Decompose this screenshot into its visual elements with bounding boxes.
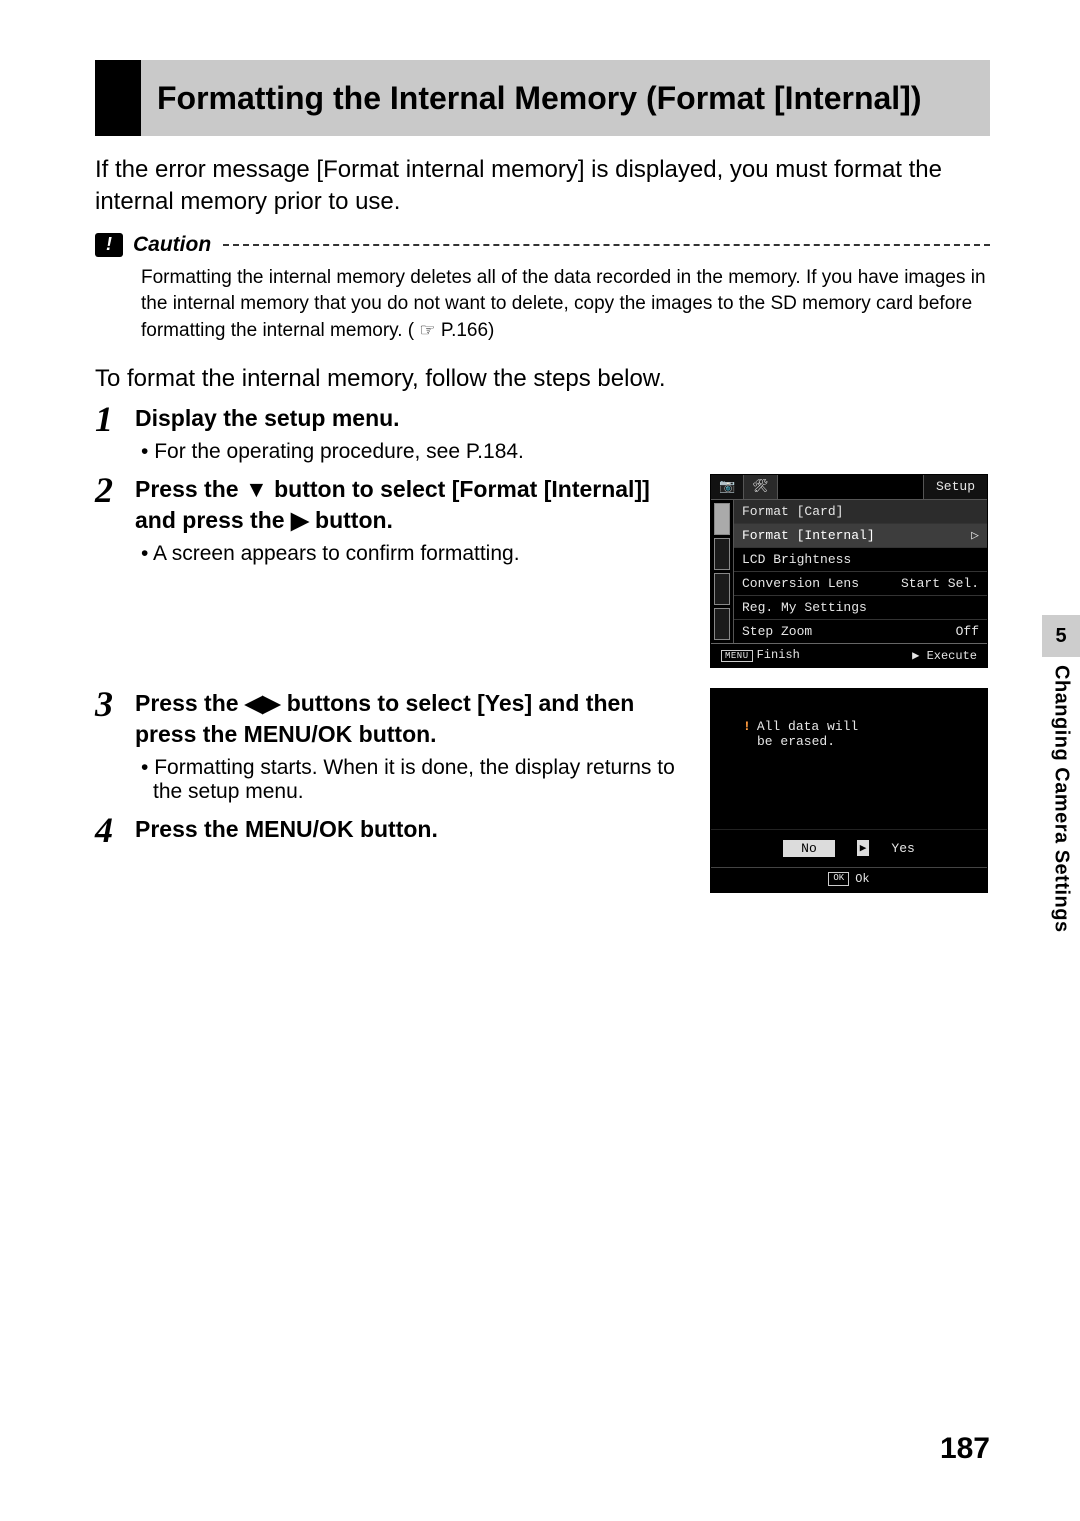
lcd-setup-menu: 📷 🛠 Setup Format [Card [710, 474, 988, 668]
section-title-block: Formatting the Internal Memory (Format [… [95, 60, 990, 136]
menu-item-label: Reg. My Settings [742, 600, 867, 615]
menu-item-label: Conversion Lens [742, 576, 859, 591]
chapter-title: Changing Camera Settings [1050, 665, 1073, 933]
caution-label: Caution [133, 233, 211, 257]
step-1: 1 Display the setup menu. For the operat… [95, 403, 990, 464]
chapter-number: 5 [1042, 615, 1080, 657]
scroll-seg [714, 503, 730, 535]
footer-right-text: Execute [927, 649, 977, 663]
warning-icon: ! [743, 719, 751, 734]
caution-body: Formatting the internal memory deletes a… [141, 265, 990, 345]
step-title-part: Press the [135, 476, 245, 502]
step-number: 1 [95, 401, 135, 437]
step-note: Formatting starts. When it is done, the … [135, 756, 686, 804]
lcd-menu-row: LCD Brightness [734, 547, 987, 571]
lcd-footer: MENU Finish ▶ Execute [711, 643, 987, 667]
menu-item-label: LCD Brightness [742, 552, 851, 567]
step-title: Press the MENU/OK button. [135, 814, 686, 845]
menu-badge-icon: MENU [721, 650, 753, 662]
step-number: 4 [95, 812, 135, 848]
play-icon: ▶ [912, 649, 919, 663]
step-title: Press the ◀▶ buttons to select [Yes] and… [135, 688, 686, 750]
footer-left-text: Finish [757, 648, 800, 662]
lcd-choice-no: No [783, 840, 835, 857]
menu-item-label: Format [Internal] [742, 528, 875, 543]
lcd-footer-left: MENU Finish [721, 648, 800, 663]
step-3: 3 Press the ◀▶ buttons to select [Yes] a… [95, 688, 686, 804]
crossref-icon: ☞ [419, 318, 435, 343]
step-title: Display the setup menu. [135, 403, 990, 434]
caution-text-before: Formatting the internal memory deletes a… [141, 267, 986, 341]
down-arrow-symbol: ▼ [245, 476, 268, 502]
lcd-tab-row: 📷 🛠 Setup [711, 475, 987, 500]
lcd-menu-row-selected: Format [Internal] ▷ [734, 523, 987, 547]
scroll-seg [714, 573, 730, 605]
menu-item-value: Off [956, 624, 979, 639]
lcd-choice-row: No ▶ Yes [711, 829, 987, 867]
lcd-menu-row: Step Zoom Off [734, 619, 987, 643]
right-arrow-symbol: ▶ [291, 507, 309, 533]
lcd-confirm-dialog: ! All data will be erased. No ▶ Yes OK Ok [710, 688, 988, 893]
step-4: 4 Press the MENU/OK button. [95, 814, 686, 848]
lcd-tab-tools: 🛠 [744, 475, 778, 499]
right-triangle-icon: ▷ [971, 528, 979, 543]
step-number: 3 [95, 686, 135, 722]
lcd-footer-right: ▶ Execute [912, 648, 977, 663]
title-black-bar [95, 60, 141, 136]
lcd-scroll-indicator [711, 500, 734, 643]
intro-paragraph: If the error message [Format internal me… [95, 154, 990, 219]
menu-item-label: Step Zoom [742, 624, 812, 639]
right-triangle-icon: ▶ [857, 840, 870, 856]
left-right-arrow-symbol: ◀▶ [245, 690, 280, 716]
scroll-seg [714, 538, 730, 570]
step-note: A screen appears to confirm formatting. [135, 542, 686, 566]
chapter-thumb-tab: 5 Changing Camera Settings [1042, 615, 1080, 933]
caution-ref: P.166 [441, 320, 488, 341]
caution-heading-row: ! Caution [95, 233, 990, 257]
lcd-tab-camera: 📷 [711, 475, 744, 499]
caution-icon: ! [95, 233, 123, 257]
ok-badge-icon: OK [828, 872, 849, 886]
step-note: For the operating procedure, see P.184. [135, 440, 990, 464]
step-title-part: button. [309, 507, 393, 533]
step-number: 2 [95, 472, 135, 508]
menu-item-label: Format [Card] [742, 504, 843, 519]
lcd-ok-row: OK Ok [711, 867, 987, 892]
lcd-menu-row: Conversion Lens Start Sel. [734, 571, 987, 595]
lcd-choice-yes: Yes [891, 841, 914, 856]
caution-text-after: ) [488, 320, 494, 341]
camera-icon: 📷 [719, 479, 735, 494]
lcd-ok-label: Ok [855, 872, 869, 886]
lcd-tab-setup: Setup [923, 475, 987, 499]
lcd-menu-row: Reg. My Settings [734, 595, 987, 619]
lcd-msg-line2: be erased. [743, 734, 969, 749]
page-number: 187 [940, 1432, 990, 1466]
tools-icon: 🛠 [752, 479, 769, 494]
followup-paragraph: To format the internal memory, follow th… [95, 365, 990, 393]
steps-list: 1 Display the setup menu. For the operat… [95, 403, 990, 907]
step-title: Press the ▼ button to select [Format [In… [135, 474, 686, 536]
lcd-menu-row: Format [Card] [734, 500, 987, 523]
dashed-rule [223, 244, 990, 246]
lcd-menu-list: Format [Card] Format [Internal] ▷ LCD Br… [734, 500, 987, 643]
menu-item-value: Start Sel. [901, 576, 979, 591]
section-title: Formatting the Internal Memory (Format [… [141, 60, 937, 136]
step-title-part: Press the [135, 690, 245, 716]
scroll-seg [714, 608, 730, 640]
lcd-message-box: ! All data will be erased. [711, 689, 987, 829]
lcd-msg-line1: All data will [757, 719, 858, 734]
step-2: 2 Press the ▼ button to select [Format [… [95, 474, 686, 566]
